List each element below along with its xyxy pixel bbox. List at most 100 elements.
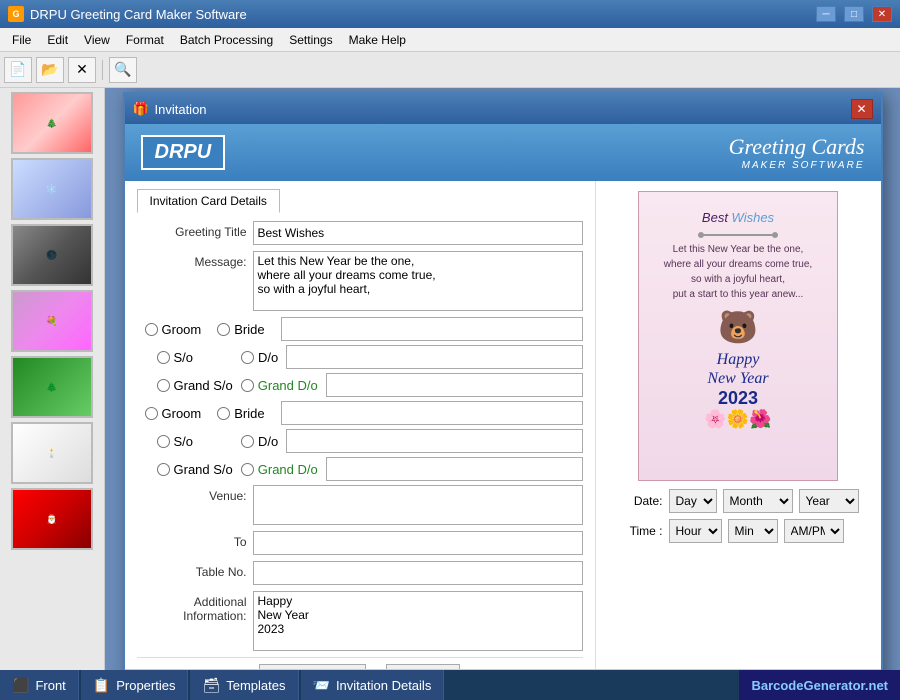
card-message: Let this New Year be the one, where all … [651,242,825,302]
do2-label[interactable]: D/o [241,434,278,449]
properties-icon: 📋 [93,677,110,694]
year-select[interactable]: Year [799,489,859,513]
month-select[interactable]: Month [723,489,793,513]
invitation-label: Invitation Details [336,678,431,693]
card-happy-new-year: HappyNew Year [651,350,825,388]
menu-settings[interactable]: Settings [281,31,340,49]
datetime-section: Date: Day Month Year [606,481,871,557]
grand-so-do-input-1[interactable] [326,373,583,397]
table-no-input[interactable] [253,561,583,585]
sidebar-thumb-7[interactable]: 🎅 [11,488,93,550]
sidebar-thumb-1[interactable]: 🎄 [11,92,93,154]
venue-textarea[interactable] [253,485,583,525]
form-panel: Invitation Card Details Greeting Title M… [125,181,596,669]
bride1-label[interactable]: Bride [217,322,264,337]
ampm-select[interactable]: AM/PM [784,519,844,543]
front-icon: ⬛ [12,677,29,694]
sidebar-thumb-5[interactable]: 🌲 [11,356,93,418]
tab-row: Invitation Card Details [137,189,583,213]
toolbar-new[interactable]: 📄 [4,57,32,83]
minimize-button[interactable]: ─ [816,6,836,22]
do1-label[interactable]: D/o [241,350,278,365]
sidebar-thumb-3[interactable]: 🌑 [11,224,93,286]
so2-radio[interactable] [157,435,170,448]
preview-panel: Best Wishes Let this New Year be the one… [596,181,881,669]
dialog: 🎁 Invitation ✕ DRPU Greeting Cards MAKER… [123,92,883,670]
message-row: Message: Let this New Year be the one, w… [137,251,583,311]
grand-so1-radio[interactable] [157,379,170,392]
groom-bride-input-1[interactable] [281,317,583,341]
grand-do1-label[interactable]: Grand D/o [241,378,318,393]
so-do-row-2: S/o D/o [137,429,583,453]
status-tabs: ⬛ Front 📋 Properties 🗃 Templates 📨 Invit… [0,670,739,700]
so-do-row-1: S/o D/o [137,345,583,369]
menu-format[interactable]: Format [118,31,172,49]
to-input[interactable] [253,531,583,555]
grand-do2-radio[interactable] [241,463,254,476]
groom-bride-input-2[interactable] [281,401,583,425]
bride2-radio[interactable] [217,407,230,420]
toolbar: 📄 📂 ✕ 🔍 [0,52,900,88]
menubar: File Edit View Format Batch Processing S… [0,28,900,52]
grand-so-do-input-2[interactable] [326,457,583,481]
card-best: Best [702,210,732,225]
toolbar-zoom-out[interactable]: 🔍 [109,57,137,83]
sidebar-thumb-6[interactable]: 🕯️ [11,422,93,484]
venue-label: Venue: [137,485,247,503]
tab-invitation-card-details[interactable]: Invitation Card Details [137,189,280,213]
greeting-logo-small: MAKER SOFTWARE [729,160,865,171]
groom2-label[interactable]: Groom [145,406,202,421]
status-tab-templates[interactable]: 🗃 Templates [190,670,298,700]
greeting-logo-big: Greeting Cards [729,134,865,160]
greeting-title-input[interactable] [253,221,583,245]
grand-do2-label[interactable]: Grand D/o [241,462,318,477]
menu-file[interactable]: File [4,31,39,49]
card-flowers-icon: 🌸🌼🌺 [651,409,825,430]
status-tab-invitation[interactable]: 📨 Invitation Details [301,670,445,700]
groom1-label[interactable]: Groom [145,322,202,337]
so2-label[interactable]: S/o [157,434,194,449]
bride1-radio[interactable] [217,323,230,336]
do2-radio[interactable] [241,435,254,448]
drpu-logo: DRPU [141,135,226,170]
menu-batch[interactable]: Batch Processing [172,31,281,49]
content-area: 🎁 Invitation ✕ DRPU Greeting Cards MAKER… [105,88,900,670]
sidebar-thumb-2[interactable]: ❄️ [11,158,93,220]
toolbar-close[interactable]: ✕ [68,57,96,83]
grand-so1-label[interactable]: Grand S/o [157,378,233,393]
dialog-title: Invitation [155,102,845,117]
menu-help[interactable]: Make Help [341,31,414,49]
maximize-button[interactable]: □ [844,6,864,22]
groom1-radio[interactable] [145,323,158,336]
status-tab-properties[interactable]: 📋 Properties [81,670,189,700]
so1-radio[interactable] [157,351,170,364]
groom2-radio[interactable] [145,407,158,420]
so1-label[interactable]: S/o [157,350,194,365]
card-wishes: Wishes [732,210,775,225]
sidebar-thumb-4[interactable]: 💐 [11,290,93,352]
card-inner: Best Wishes Let this New Year be the one… [639,192,837,442]
time-row: Time : Hour Min AM/PM [618,519,859,543]
close-button[interactable]: ✕ [872,6,892,22]
app-icon: G [8,6,24,22]
grand-so2-radio[interactable] [157,463,170,476]
toolbar-open[interactable]: 📂 [36,57,64,83]
menu-edit[interactable]: Edit [39,31,76,49]
hour-select[interactable]: Hour [669,519,722,543]
templates-icon: 🗃 [202,677,220,694]
status-tab-front[interactable]: ⬛ Front [0,670,79,700]
bride2-label[interactable]: Bride [217,406,264,421]
grand-do1-radio[interactable] [241,379,254,392]
toolbar-sep-1 [102,60,103,80]
outer-window: G DRPU Greeting Card Maker Software ─ □ … [0,0,900,700]
min-select[interactable]: Min [728,519,778,543]
day-select[interactable]: Day [669,489,717,513]
message-textarea[interactable]: Let this New Year be the one, where all … [253,251,583,311]
so-do-input-2[interactable] [286,429,582,453]
dialog-close-button[interactable]: ✕ [851,99,873,119]
grand-so2-label[interactable]: Grand S/o [157,462,233,477]
do1-radio[interactable] [241,351,254,364]
so-do-input-1[interactable] [286,345,582,369]
additional-info-textarea[interactable]: Happy New Year 2023 [253,591,583,651]
menu-view[interactable]: View [76,31,118,49]
